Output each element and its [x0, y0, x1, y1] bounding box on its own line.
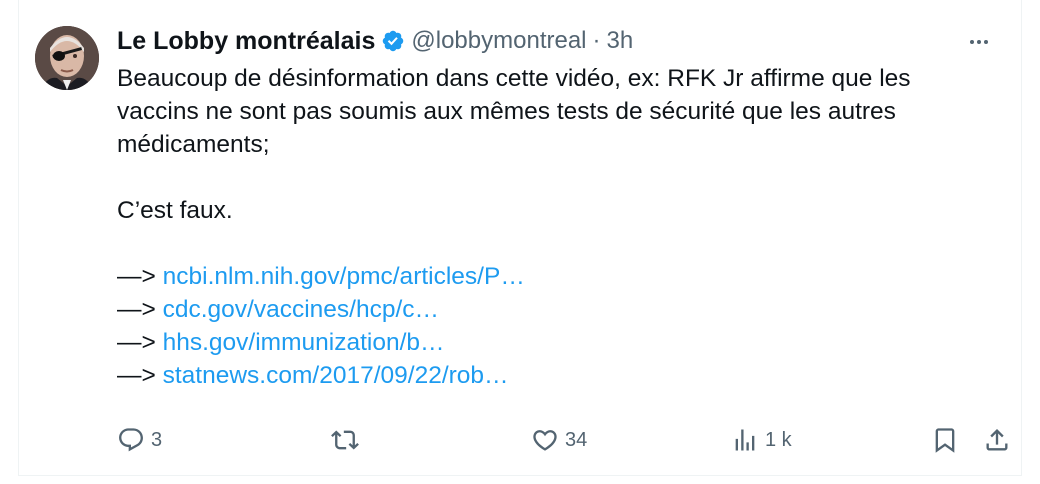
link-line: —> hhs.gov/immunization/b…	[117, 326, 997, 359]
retweet-button[interactable]	[331, 420, 365, 460]
retweet-icon	[331, 430, 359, 450]
tweet-paragraph: Beaucoup de désinformation dans cette vi…	[117, 65, 911, 158]
avatar-portrait-icon	[35, 26, 99, 90]
more-options-button[interactable]	[961, 28, 997, 56]
author-handle[interactable]: @lobbymontreal	[411, 27, 586, 55]
reply-icon	[119, 428, 143, 452]
tweet-header: Le Lobby montréalais @lobbymontreal · 3h	[117, 24, 633, 58]
arrow-prefix: —>	[117, 263, 163, 290]
arrow-prefix: —>	[117, 296, 163, 323]
tweet-text: Beaucoup de désinformation dans cette vi…	[117, 62, 997, 392]
tweet-actions: 3 34 1 k	[117, 420, 1008, 460]
views-count: 1 k	[765, 428, 792, 451]
tweet-link[interactable]: ncbi.nlm.nih.gov/pmc/articles/P…	[163, 263, 525, 290]
reply-count: 3	[151, 428, 163, 451]
tweet-card[interactable]: Le Lobby montréalais @lobbymontreal · 3h…	[18, 0, 1022, 476]
arrow-prefix: —>	[117, 329, 163, 356]
more-horizontal-icon	[970, 40, 988, 44]
reply-button[interactable]: 3	[117, 420, 162, 460]
tweet-link[interactable]: statnews.com/2017/09/22/rob…	[163, 362, 509, 389]
link-line: —> cdc.gov/vaccines/hcp/c…	[117, 293, 997, 326]
share-button[interactable]	[983, 420, 1011, 460]
tweet-link[interactable]: cdc.gov/vaccines/hcp/c…	[163, 296, 439, 323]
link-line: —> ncbi.nlm.nih.gov/pmc/articles/P…	[117, 260, 997, 293]
views-button[interactable]: 1 k	[731, 420, 792, 460]
tweet-paragraph: C’est faux.	[117, 197, 233, 224]
like-button[interactable]: 34	[531, 420, 587, 460]
tweet-link[interactable]: hhs.gov/immunization/b…	[163, 329, 445, 356]
separator-dot: ·	[592, 27, 601, 54]
link-line: —> statnews.com/2017/09/22/rob…	[117, 359, 997, 392]
tweet-timestamp[interactable]: 3h	[607, 27, 634, 55]
verified-badge-icon	[381, 29, 405, 53]
like-count: 34	[565, 428, 588, 451]
arrow-prefix: —>	[117, 362, 163, 389]
heart-icon	[533, 430, 557, 451]
share-icon	[986, 429, 1008, 451]
views-chart-icon	[735, 429, 755, 451]
bookmark-button[interactable]	[931, 420, 959, 460]
author-name[interactable]: Le Lobby montréalais	[117, 27, 375, 56]
bookmark-icon	[935, 428, 955, 453]
avatar[interactable]	[35, 26, 99, 90]
